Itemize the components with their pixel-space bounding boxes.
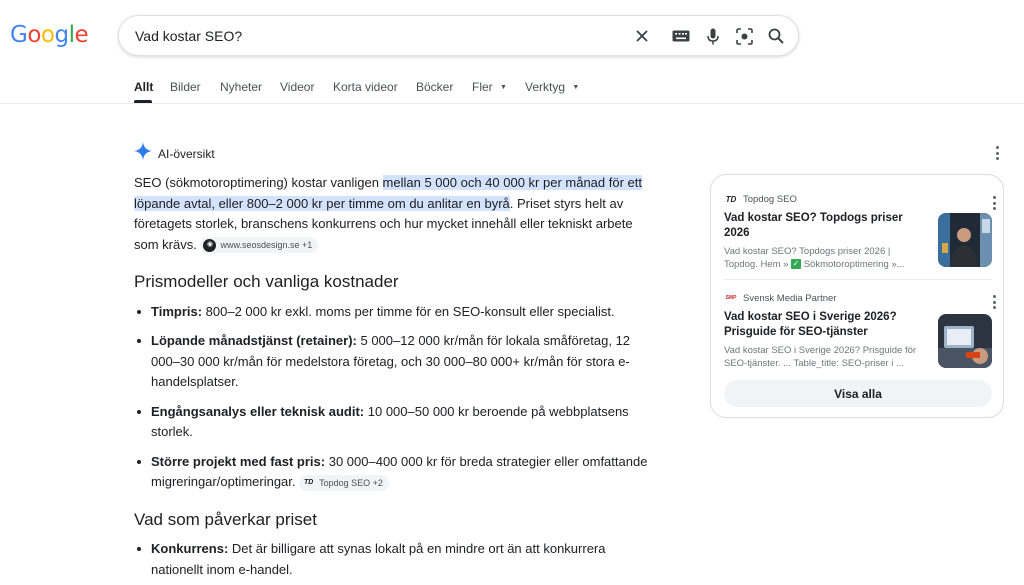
- keyboard-icon[interactable]: [671, 26, 691, 46]
- source-card[interactable]: SMP Svensk Media Partner Vad kostar SEO …: [724, 292, 996, 370]
- list-item-term: Timpris:: [151, 303, 203, 319]
- source-chip[interactable]: TD Topdog SEO +2: [299, 474, 389, 491]
- header-divider: [0, 103, 1024, 104]
- source-name-row: TD Topdog SEO: [724, 193, 992, 205]
- list-item-term: Engångsanalys eller teknisk audit:: [151, 403, 365, 419]
- sources-panel: TD Topdog SEO Vad kostar SEO? Topdogs pr…: [710, 174, 1004, 418]
- microphone-icon[interactable]: [703, 26, 723, 46]
- ai-overview-title: AI-översikt: [158, 146, 215, 161]
- factors-list: Konkurrens: Det är billigare att synas l…: [134, 539, 654, 580]
- topdog-favicon: TD: [303, 478, 314, 486]
- source-chip-label: www.seosdesign.se +1: [220, 240, 313, 251]
- card-menu-icon[interactable]: [992, 196, 996, 210]
- list-item: Konkurrens: Det är billigare att synas l…: [134, 539, 654, 580]
- tab-short-videos[interactable]: Korta videor: [333, 80, 398, 94]
- list-item-term: Konkurrens:: [151, 541, 229, 556]
- source-chip-label: Topdog SEO +2: [319, 477, 383, 488]
- pricing-list: Timpris: 800–2 000 kr exkl. moms per tim…: [134, 302, 654, 493]
- snippet-text: Sökmotoroptimering »...: [801, 259, 905, 270]
- search-input[interactable]: Vad kostar SEO?: [135, 28, 242, 44]
- list-item: Löpande månadstjänst (retainer): 5 000–1…: [134, 331, 654, 393]
- list-item-term: Större projekt med fast pris:: [151, 453, 326, 469]
- list-item: Engångsanalys eller teknisk audit: 10 00…: [134, 402, 654, 443]
- search-box[interactable]: Vad kostar SEO?: [118, 15, 799, 56]
- source-card-snippet: Vad kostar SEO? Topdogs priser 2026 | To…: [724, 245, 924, 271]
- logo-letter: G: [10, 22, 28, 48]
- intro-paragraph: SEO (sökmotoroptimering) kostar vanligen…: [134, 173, 654, 255]
- tab-books[interactable]: Böcker: [416, 80, 453, 94]
- source-name-row: SMP Svensk Media Partner: [724, 292, 992, 304]
- tab-images[interactable]: Bilder: [170, 80, 201, 94]
- list-item: Timpris: 800–2 000 kr exkl. moms per tim…: [134, 302, 654, 323]
- tab-all[interactable]: Allt: [134, 80, 153, 94]
- source-card-snippet: Vad kostar SEO i Sverige 2026? Prisguide…: [724, 345, 917, 369]
- tab-more-label: Fler: [472, 80, 493, 94]
- logo-letter: g: [54, 22, 69, 48]
- lens-icon[interactable]: [734, 26, 754, 46]
- card-divider: [724, 279, 992, 280]
- source-name: Svensk Media Partner: [743, 292, 837, 304]
- source-thumbnail[interactable]: [938, 314, 992, 368]
- smp-favicon: SMP: [725, 295, 737, 301]
- tab-news[interactable]: Nyheter: [220, 80, 262, 94]
- sparkle-icon: [134, 142, 152, 165]
- ai-overview-menu-icon[interactable]: [995, 146, 999, 160]
- checkmark-icon: ✓: [791, 259, 802, 270]
- source-thumbnail[interactable]: [938, 213, 992, 267]
- ai-overview-header: AI-översikt: [134, 142, 215, 165]
- source-card[interactable]: TD Topdog SEO Vad kostar SEO? Topdogs pr…: [724, 193, 996, 271]
- logo-letter: e: [74, 22, 89, 48]
- source-card-title[interactable]: Vad kostar SEO i Sverige 2026? Prisguide…: [724, 310, 924, 340]
- source-card-title[interactable]: Vad kostar SEO? Topdogs priser 2026: [724, 211, 924, 241]
- logo-letter: o: [40, 22, 55, 48]
- intro-text: SEO (sökmotoroptimering) kostar vanligen: [134, 175, 383, 190]
- source-name: Topdog SEO: [743, 193, 797, 205]
- source-chip[interactable]: ◉ www.seosdesign.se +1: [200, 237, 319, 254]
- section-heading: Vad som påverkar priset: [134, 509, 317, 529]
- caret-down-icon: ▼: [572, 84, 580, 92]
- tab-videos[interactable]: Videor: [280, 80, 314, 94]
- card-menu-icon[interactable]: [992, 295, 996, 309]
- list-item-term: Löpande månadstjänst (retainer):: [151, 333, 357, 348]
- tab-tools[interactable]: Verktyg ▼: [525, 80, 579, 94]
- list-item-text: 800–2 000 kr exkl. moms per timme för en…: [202, 303, 615, 319]
- show-all-button[interactable]: Visa alla: [724, 380, 992, 407]
- google-logo[interactable]: Google: [10, 22, 89, 48]
- section-heading: Prismodeller och vanliga kostnader: [134, 272, 399, 291]
- seosdesign-favicon: ◉: [203, 238, 217, 252]
- tab-tools-label: Verktyg: [525, 80, 566, 94]
- tab-more[interactable]: Fler ▼: [472, 80, 507, 94]
- clear-icon[interactable]: [632, 26, 652, 46]
- ai-overview-content: SEO (sökmotoroptimering) kostar vanligen…: [134, 173, 654, 580]
- caret-down-icon: ▼: [500, 84, 507, 92]
- list-item: Större projekt med fast pris: 30 000–400…: [134, 452, 654, 493]
- logo-letter: o: [27, 22, 41, 48]
- topdog-favicon: TD: [725, 194, 737, 204]
- search-icon[interactable]: [766, 26, 786, 46]
